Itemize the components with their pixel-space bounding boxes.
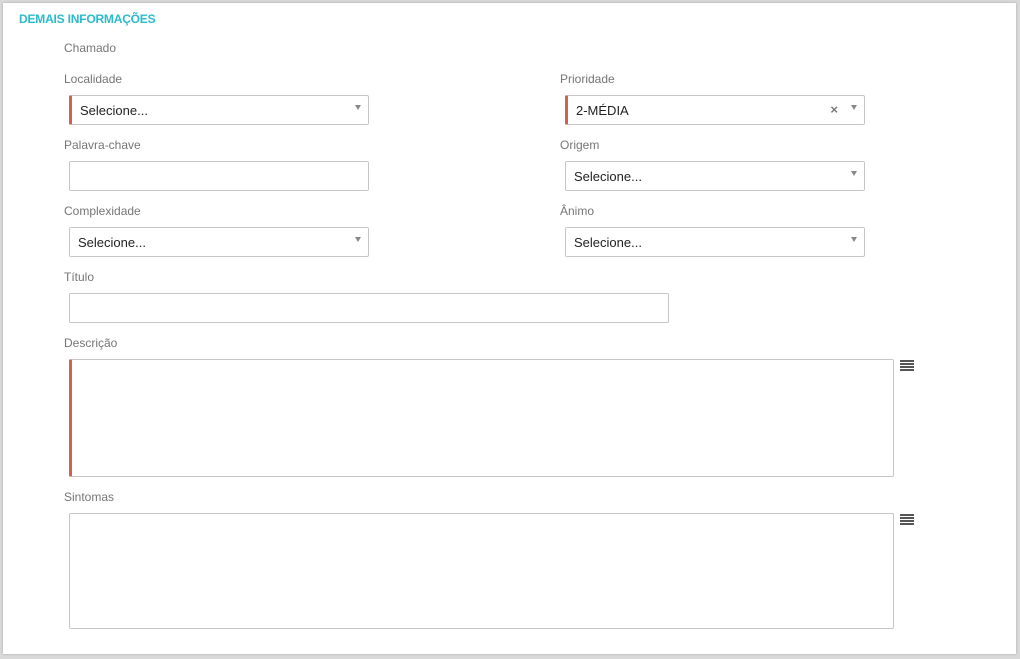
complexidade-select[interactable]: Selecione...	[69, 227, 369, 257]
complexidade-value: Selecione...	[78, 235, 146, 250]
descricao-textarea[interactable]	[69, 359, 894, 477]
localidade-value: Selecione...	[80, 103, 148, 118]
chevron-down-icon	[851, 237, 857, 242]
clear-icon[interactable]: ×	[830, 102, 838, 117]
origem-select[interactable]: Selecione...	[565, 161, 865, 191]
animo-select[interactable]: Selecione...	[565, 227, 865, 257]
origem-label: Origem	[560, 138, 600, 152]
chamado-label: Chamado	[64, 41, 117, 55]
menu-icon[interactable]	[900, 360, 914, 372]
chevron-down-icon	[355, 105, 361, 110]
chevron-down-icon	[851, 105, 857, 110]
titulo-input[interactable]	[69, 293, 669, 323]
localidade-label: Localidade	[64, 72, 123, 86]
section-title: DEMAIS INFORMAÇÕES	[19, 12, 156, 26]
animo-label: Ânimo	[560, 204, 595, 218]
complexidade-label: Complexidade	[64, 204, 141, 218]
chevron-down-icon	[355, 237, 361, 242]
menu-icon[interactable]	[900, 514, 914, 526]
prioridade-value: 2-MÉDIA	[576, 103, 629, 118]
localidade-select[interactable]: Selecione...	[69, 95, 369, 125]
descricao-label: Descrição	[64, 336, 118, 350]
prioridade-label: Prioridade	[560, 72, 615, 86]
sintomas-textarea[interactable]	[69, 513, 894, 629]
titulo-label: Título	[64, 270, 95, 284]
palavra-chave-input[interactable]	[69, 161, 369, 191]
sintomas-label: Sintomas	[64, 490, 115, 504]
chevron-down-icon	[851, 171, 857, 176]
origem-value: Selecione...	[574, 169, 642, 184]
animo-value: Selecione...	[574, 235, 642, 250]
palavra-chave-label: Palavra-chave	[64, 138, 141, 152]
prioridade-select[interactable]: 2-MÉDIA ×	[565, 95, 865, 125]
form-panel: DEMAIS INFORMAÇÕES Chamado Localidade Se…	[3, 3, 1016, 654]
